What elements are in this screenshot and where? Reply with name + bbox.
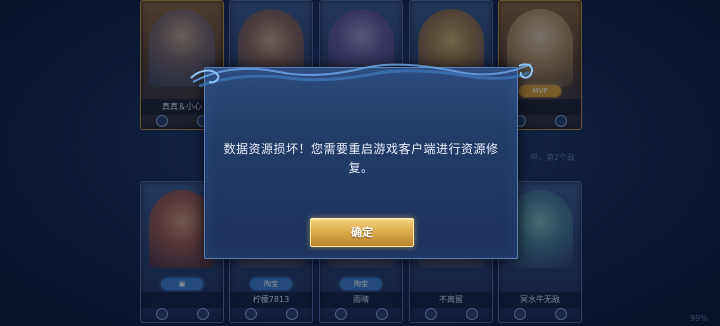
confirm-button[interactable]: 确定 <box>310 218 414 247</box>
error-message: 数据资源损坏！您需要重启游戏客户端进行资源修复。 <box>223 142 499 175</box>
error-dialog: 数据资源损坏！您需要重启游戏客户端进行资源修复。 确定 <box>190 63 533 259</box>
